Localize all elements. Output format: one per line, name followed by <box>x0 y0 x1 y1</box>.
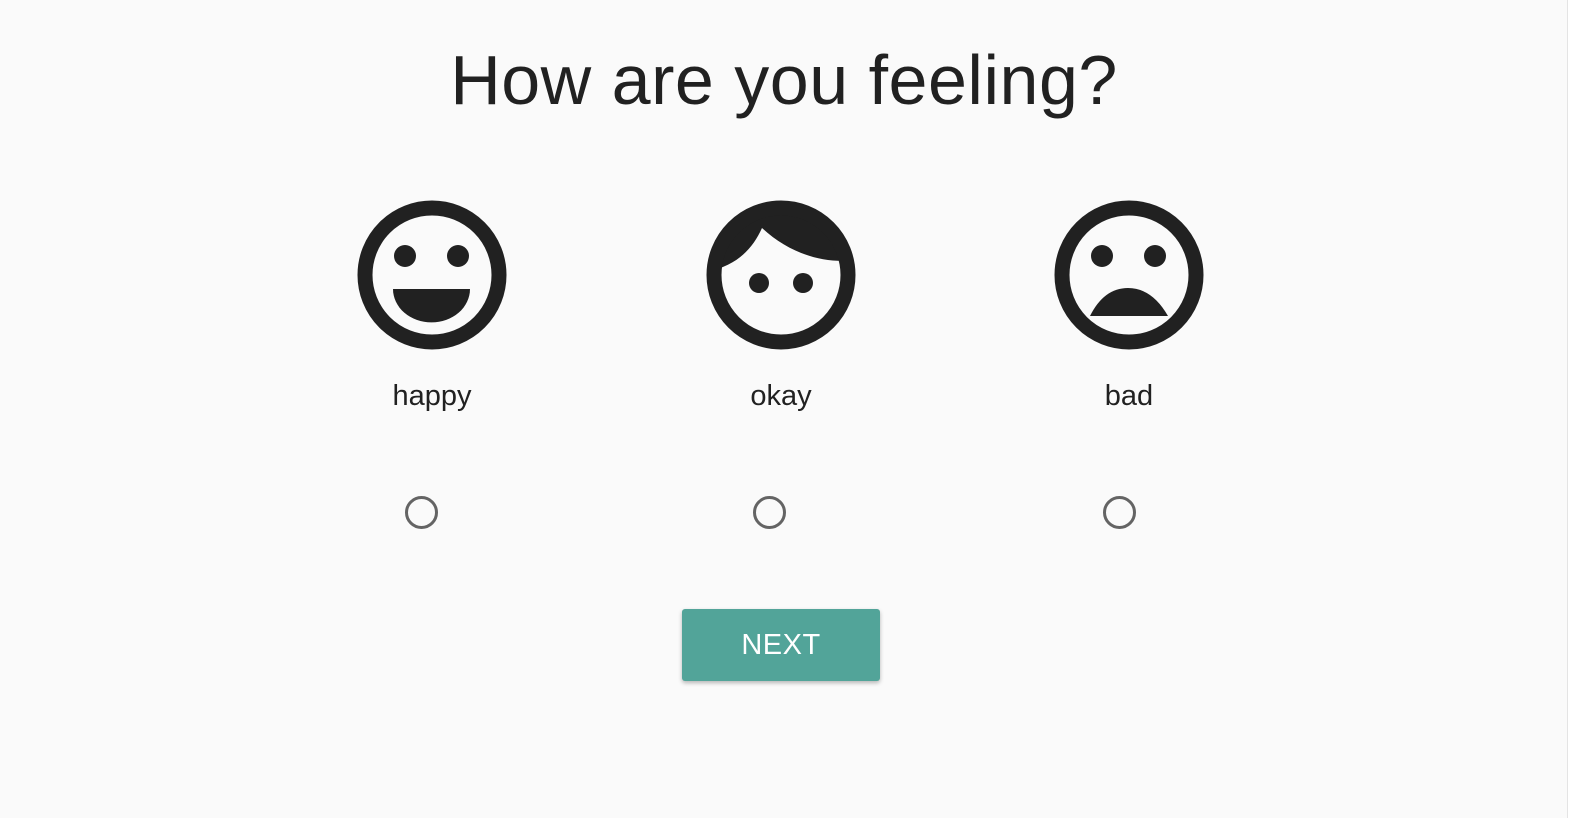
next-button[interactable]: NEXT <box>682 609 880 681</box>
option-happy: happy <box>312 200 552 540</box>
neutral-face-icon <box>706 200 856 350</box>
radio-bad[interactable] <box>1103 496 1136 529</box>
page-title: How are you feeling? <box>450 41 1118 119</box>
radio-happy[interactable] <box>405 496 438 529</box>
survey-page: How are you feeling? happy okay bad NEXT <box>0 0 1568 818</box>
option-okay: okay <box>661 200 901 540</box>
happy-face-icon <box>357 200 507 350</box>
sad-face-icon <box>1054 200 1204 350</box>
option-label: happy <box>392 380 472 412</box>
option-label: okay <box>750 380 812 412</box>
option-label: bad <box>1104 380 1154 412</box>
radio-okay[interactable] <box>753 496 786 529</box>
option-bad: bad <box>1009 200 1249 540</box>
